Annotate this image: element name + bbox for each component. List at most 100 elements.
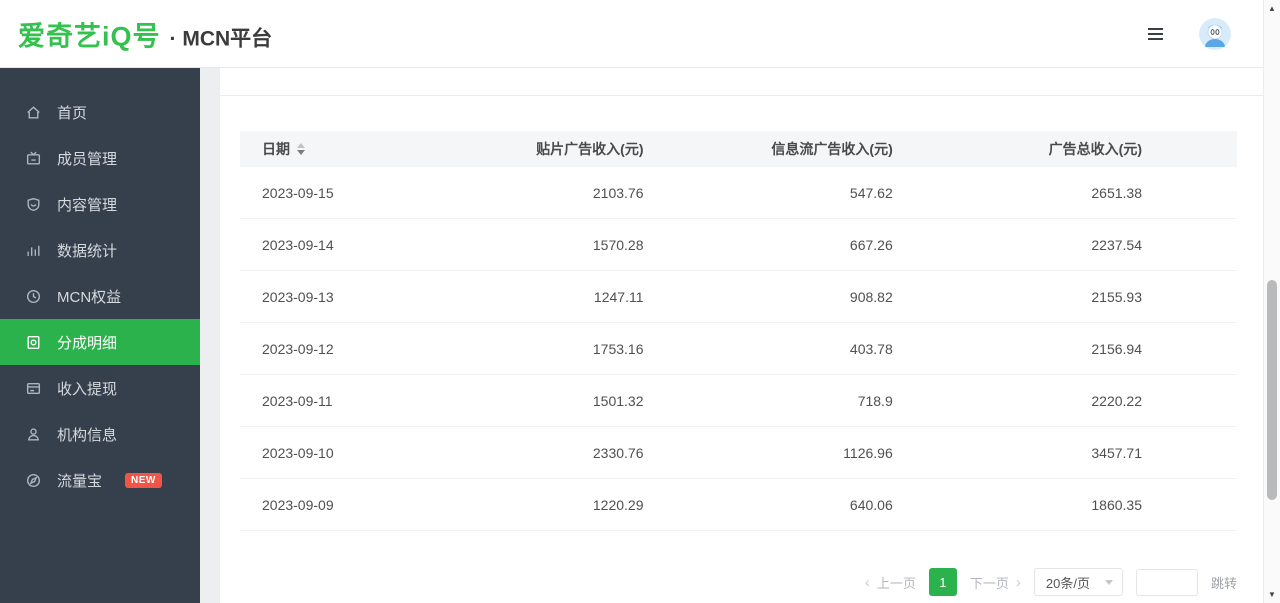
new-badge: NEW	[125, 473, 162, 488]
feed-cell: 667.26	[739, 237, 988, 253]
sidebar-item-label: 成员管理	[57, 148, 117, 169]
ledger-icon	[25, 334, 42, 351]
home-icon	[25, 104, 42, 121]
table-row: 2023-09-11 1501.32 718.9 2220.22	[240, 375, 1237, 427]
scroll-up-arrow-icon[interactable]: ▲	[1264, 4, 1280, 13]
total-cell: 2220.22	[988, 393, 1237, 409]
feed-cell: 1126.96	[739, 445, 988, 461]
scroll-down-arrow-icon[interactable]: ▼	[1264, 590, 1280, 599]
feed-cell: 640.06	[739, 497, 988, 513]
revenue-table: 日期 贴片广告收入(元) 信息流广告收入(元) 广告总收入(元) 2023-09…	[240, 131, 1237, 531]
total-cell: 2651.38	[988, 185, 1237, 201]
date-cell: 2023-09-11	[240, 393, 489, 409]
sidebar-item-traffic-booster[interactable]: 流量宝 NEW	[0, 457, 200, 503]
prev-page-label: 上一页	[877, 573, 916, 592]
preroll-cell: 1501.32	[489, 393, 738, 409]
feed-cell: 547.62	[739, 185, 988, 201]
feed-cell: 718.9	[739, 393, 988, 409]
preroll-cell: 1220.29	[489, 497, 738, 513]
sidebar-item-org-info[interactable]: 机构信息	[0, 411, 200, 457]
sidebar-item-stats[interactable]: 数据统计	[0, 227, 200, 273]
sidebar-nav: 首页 成员管理 内容管理 数据统计 MCN权益	[0, 68, 200, 603]
table-row: 2023-09-14 1570.28 667.26 2237.54	[240, 219, 1237, 271]
preroll-cell: 1753.16	[489, 341, 738, 357]
page-size-select[interactable]: 20条/页	[1034, 568, 1123, 596]
mcn-platform-app: 爱奇艺iQ号 · MCN平台 首页	[0, 0, 1280, 603]
table-header-row: 日期 贴片广告收入(元) 信息流广告收入(元) 广告总收入(元)	[240, 131, 1237, 167]
clock-icon	[25, 288, 42, 305]
scrolled-toolbar-remnant	[220, 68, 1263, 96]
sort-icon[interactable]	[297, 143, 305, 155]
sidebar-item-label: 内容管理	[57, 194, 117, 215]
sidebar-item-home[interactable]: 首页	[0, 89, 200, 135]
platform-title: · MCN平台	[170, 22, 273, 52]
sidebar-item-withdraw[interactable]: 收入提现	[0, 365, 200, 411]
table-row: 2023-09-09 1220.29 640.06 1860.35	[240, 479, 1237, 531]
content-icon	[25, 196, 42, 213]
total-cell: 1860.35	[988, 497, 1237, 513]
preroll-cell: 2103.76	[489, 185, 738, 201]
topbar-actions	[1144, 0, 1231, 67]
page-jump-input[interactable]	[1136, 569, 1198, 596]
scrollbar-thumb[interactable]	[1267, 280, 1277, 500]
sidebar-item-label: MCN权益	[57, 286, 121, 307]
sidebar-item-revenue-share[interactable]: 分成明细	[0, 319, 200, 365]
hamburger-menu-icon[interactable]	[1144, 24, 1167, 44]
main-content: 日期 贴片广告收入(元) 信息流广告收入(元) 广告总收入(元) 2023-09…	[220, 68, 1263, 603]
preroll-cell: 1247.11	[489, 289, 738, 305]
table-row: 2023-09-15 2103.76 547.62 2651.38	[240, 167, 1237, 219]
card-icon	[25, 380, 42, 397]
mascot-avatar-icon	[1199, 18, 1231, 50]
column-header-total: 广告总收入(元)	[988, 139, 1237, 159]
table-row: 2023-09-10 2330.76 1126.96 3457.71	[240, 427, 1237, 479]
pagination-bar: ‹ 上一页 1 下一页 › 20条/页 跳转	[865, 568, 1237, 596]
sidebar-item-members[interactable]: 成员管理	[0, 135, 200, 181]
preroll-cell: 2330.76	[489, 445, 738, 461]
total-cell: 2156.94	[988, 341, 1237, 357]
sidebar-item-label: 分成明细	[57, 332, 117, 353]
column-header-label: 日期	[262, 139, 290, 159]
sidebar-item-mcn-rights[interactable]: MCN权益	[0, 273, 200, 319]
next-page-button[interactable]: 下一页 ›	[970, 573, 1021, 592]
jump-button[interactable]: 跳转	[1211, 573, 1237, 592]
content-gutter	[200, 68, 220, 603]
sidebar-item-label: 首页	[57, 102, 87, 123]
brand-logo: 爱奇艺iQ号 · MCN平台	[18, 14, 272, 53]
date-cell: 2023-09-09	[240, 497, 489, 513]
chevron-right-icon: ›	[1016, 575, 1021, 590]
compass-icon	[25, 472, 42, 489]
sidebar-item-label: 数据统计	[57, 240, 117, 261]
sidebar-item-label: 收入提现	[57, 378, 117, 399]
feed-cell: 908.82	[739, 289, 988, 305]
date-cell: 2023-09-12	[240, 341, 489, 357]
table-row: 2023-09-13 1247.11 908.82 2155.93	[240, 271, 1237, 323]
members-icon	[25, 150, 42, 167]
column-header-preroll: 贴片广告收入(元)	[489, 139, 738, 159]
total-cell: 2237.54	[988, 237, 1237, 253]
date-cell: 2023-09-10	[240, 445, 489, 461]
vertical-scrollbar[interactable]: ▲ ▼	[1263, 0, 1280, 603]
page-size-label: 20条/页	[1046, 573, 1090, 592]
sidebar-item-label: 流量宝	[57, 470, 102, 491]
top-header-bar: 爱奇艺iQ号 · MCN平台	[0, 0, 1263, 68]
stats-icon	[25, 242, 42, 259]
prev-page-button[interactable]: ‹ 上一页	[865, 573, 916, 592]
feed-cell: 403.78	[739, 341, 988, 357]
date-cell: 2023-09-13	[240, 289, 489, 305]
chevron-down-icon	[1105, 580, 1113, 585]
column-header-feed: 信息流广告收入(元)	[739, 139, 988, 159]
preroll-cell: 1570.28	[489, 237, 738, 253]
iqiyi-logo-text: 爱奇艺iQ号	[18, 14, 161, 53]
current-page-button[interactable]: 1	[929, 568, 957, 596]
date-cell: 2023-09-14	[240, 237, 489, 253]
total-cell: 3457.71	[988, 445, 1237, 461]
person-icon	[25, 426, 42, 443]
table-row: 2023-09-12 1753.16 403.78 2156.94	[240, 323, 1237, 375]
total-cell: 2155.93	[988, 289, 1237, 305]
sidebar-item-label: 机构信息	[57, 424, 117, 445]
column-header-date[interactable]: 日期	[240, 139, 489, 159]
sidebar-item-content[interactable]: 内容管理	[0, 181, 200, 227]
chevron-left-icon: ‹	[865, 575, 870, 590]
user-avatar[interactable]	[1199, 18, 1231, 50]
date-cell: 2023-09-15	[240, 185, 489, 201]
